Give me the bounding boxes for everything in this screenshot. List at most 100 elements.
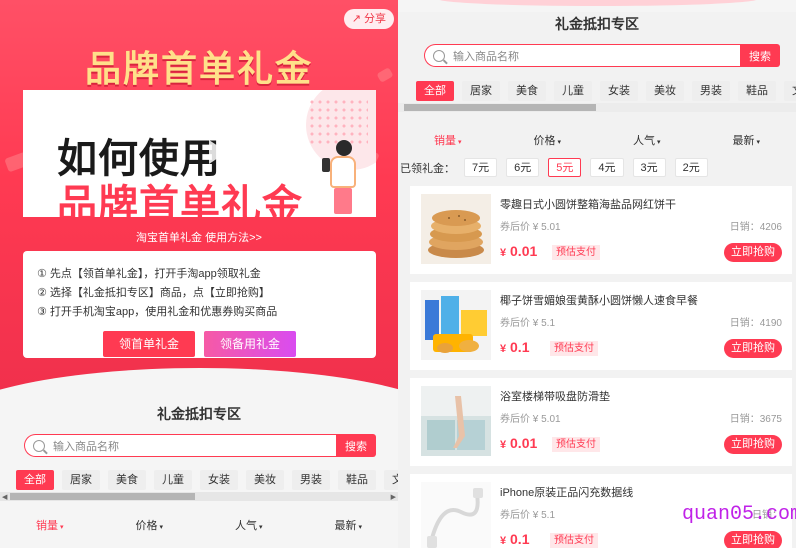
buy-now-button[interactable]: 立即抢购 <box>724 531 782 548</box>
sort-caret-icon: ▾ <box>59 524 64 531</box>
category-home[interactable]: 居家 <box>62 470 100 490</box>
final-price: ¥ 0.1 <box>500 339 530 355</box>
category-tabs: 全部 居家 美食 儿童 女装 美妆 男装 鞋品 文体 <box>416 81 796 101</box>
category-kids[interactable]: 儿童 <box>554 81 592 101</box>
scroll-left-icon[interactable]: ◀ <box>2 493 7 501</box>
category-men[interactable]: 男装 <box>292 470 330 490</box>
coupon-5[interactable]: 5元 <box>548 158 582 177</box>
product-image[interactable] <box>421 482 491 548</box>
play-icon[interactable] <box>209 140 227 164</box>
category-women[interactable]: 女装 <box>600 81 638 101</box>
buy-now-button[interactable]: 立即抢购 <box>724 243 782 262</box>
coupon-2[interactable]: 2元 <box>674 158 708 177</box>
sort-sales[interactable]: 销量 ▾ <box>36 517 64 533</box>
right-panel: 礼金抵扣专区 输入商品名称 搜索 全部 居家 美食 儿童 女装 美妆 男装 鞋品… <box>398 0 796 548</box>
category-all[interactable]: 全部 <box>16 470 54 490</box>
sort-price[interactable]: 价格 ▾ <box>533 132 561 148</box>
product-name[interactable]: 零趣日式小圆饼整箱海盐品网红饼干 <box>500 196 676 212</box>
search-bar: 输入商品名称 搜索 <box>424 44 780 67</box>
coupon-3[interactable]: 3元 <box>632 158 666 177</box>
category-scrollbar[interactable]: ◀ ▶ <box>0 492 398 501</box>
estimate-tag: 预估支付 <box>550 533 598 548</box>
coupon-7[interactable]: 7元 <box>464 158 498 177</box>
category-beauty[interactable]: 美妆 <box>246 470 284 490</box>
video-banner[interactable]: 如何使用 品牌首单礼金 <box>23 90 376 217</box>
coupon-6[interactable]: 6元 <box>506 158 540 177</box>
sort-bar: 销量 ▾ 价格 ▾ 人气 ▾ 最新 ▾ <box>0 517 398 533</box>
sort-popularity[interactable]: 人气 ▾ <box>235 517 263 533</box>
category-all[interactable]: 全部 <box>416 81 454 101</box>
sort-latest[interactable]: 最新 ▾ <box>732 132 760 148</box>
search-icon <box>33 439 45 452</box>
product-name[interactable]: 浴室楼梯带吸盘防滑垫 <box>500 388 610 404</box>
final-price: ¥ 0.01 <box>500 435 538 451</box>
right-zone: 礼金抵扣专区 输入商品名称 搜索 全部 居家 美食 儿童 女装 美妆 男装 鞋品… <box>398 0 796 148</box>
left-zone: 礼金抵扣专区 输入商品名称 搜索 全部 居家 美食 儿童 女装 美妆 男装 鞋品… <box>0 402 398 533</box>
sort-price[interactable]: 价格 ▾ <box>135 517 163 533</box>
buy-now-button[interactable]: 立即抢购 <box>724 435 782 454</box>
zone-title: 礼金抵扣专区 <box>157 406 241 422</box>
share-button[interactable]: ↗ 分享 <box>343 9 394 29</box>
person-illustration <box>322 140 362 215</box>
category-food[interactable]: 美食 <box>108 470 146 490</box>
product-card[interactable]: 椰子饼雪媚娘蛋黄酥小圆饼懒人速食早餐 券后价 ¥ 5.1 日销：4190 ¥ 0… <box>410 282 792 370</box>
steps-buttons: 领首单礼金 领备用礼金 <box>103 331 296 357</box>
share-icon: ↗ <box>351 13 361 25</box>
category-shoes[interactable]: 鞋品 <box>338 470 376 490</box>
product-image[interactable] <box>421 290 491 360</box>
share-label: 分享 <box>364 13 386 25</box>
howto-link[interactable]: 淘宝首单礼金 使用方法>> <box>0 229 398 245</box>
estimate-tag: 预估支付 <box>552 245 600 260</box>
sort-sales[interactable]: 销量 ▾ <box>434 132 462 148</box>
step-1: ① 先点【领首单礼金】，打开手淘app领取礼金 <box>37 268 261 280</box>
category-scrollbar[interactable] <box>398 103 796 112</box>
search-button[interactable]: 搜索 <box>740 44 780 67</box>
estimate-tag: 预估支付 <box>550 341 598 356</box>
product-card[interactable]: 零趣日式小圆饼整箱海盐品网红饼干 券后价 ¥ 5.01 日销：4206 ¥ 0.… <box>410 186 792 274</box>
steps-card: ① 先点【领首单礼金】，打开手淘app领取礼金 ② 选择【礼金抵扣专区】商品，点… <box>23 251 376 358</box>
category-kids[interactable]: 儿童 <box>154 470 192 490</box>
claim-gift-button[interactable]: 领首单礼金 <box>103 331 195 357</box>
sort-caret-icon: ▾ <box>756 139 760 146</box>
after-coupon-price: 券后价 ¥ 5.1 <box>500 510 556 521</box>
search-placeholder: 输入商品名称 <box>453 50 519 63</box>
category-sports[interactable]: 文体 <box>784 81 796 101</box>
screenshot: ↗ 分享 品牌首单礼金 如何使用 品牌首单礼金 淘宝首单礼金 使用方法>> ① 先… <box>0 0 796 548</box>
daily-sales: 日销：3675 <box>729 414 782 425</box>
product-image[interactable] <box>421 386 491 456</box>
product-image[interactable] <box>421 194 491 264</box>
product-name[interactable]: 椰子饼雪媚娘蛋黄酥小圆饼懒人速食早餐 <box>500 292 698 308</box>
category-men[interactable]: 男装 <box>692 81 730 101</box>
daily-sales: 日销：4206 <box>729 222 782 233</box>
after-coupon-price: 券后价 ¥ 5.01 <box>500 222 561 233</box>
category-beauty[interactable]: 美妆 <box>646 81 684 101</box>
watermark: quan05.com <box>682 503 796 526</box>
sort-caret-icon: ▾ <box>656 139 661 146</box>
search-button[interactable]: 搜索 <box>336 434 376 457</box>
coupon-bar: 已领礼金： 7元 6元 5元 4元 3元 2元 <box>398 158 796 177</box>
category-food[interactable]: 美食 <box>508 81 546 101</box>
scroll-thumb[interactable] <box>10 493 195 500</box>
search-placeholder: 输入商品名称 <box>53 440 119 453</box>
coupon-4[interactable]: 4元 <box>590 158 624 177</box>
category-shoes[interactable]: 鞋品 <box>738 81 776 101</box>
estimate-tag: 预估支付 <box>552 437 600 452</box>
category-home[interactable]: 居家 <box>462 81 500 101</box>
after-coupon-price: 券后价 ¥ 5.01 <box>500 414 561 425</box>
category-women[interactable]: 女装 <box>200 470 238 490</box>
search-input[interactable]: 输入商品名称 <box>424 44 740 67</box>
step-3: ③ 打开手机淘宝app，使用礼金和优惠券购买商品 <box>37 306 278 318</box>
sort-latest[interactable]: 最新 ▾ <box>334 517 362 533</box>
product-name[interactable]: iPhone原装正品闪充数据线 <box>500 484 633 500</box>
sort-popularity[interactable]: 人气 ▾ <box>633 132 661 148</box>
buy-now-button[interactable]: 立即抢购 <box>724 339 782 358</box>
hero-title: 品牌首单礼金 <box>84 48 313 89</box>
product-card[interactable]: 浴室楼梯带吸盘防滑垫 券后价 ¥ 5.01 日销：3675 ¥ 0.01 预估支… <box>410 378 792 466</box>
sort-caret-icon: ▾ <box>159 524 163 531</box>
search-input[interactable]: 输入商品名称 <box>24 434 336 457</box>
backup-gift-button[interactable]: 领备用礼金 <box>204 331 296 357</box>
final-price: ¥ 0.01 <box>500 243 538 259</box>
category-sports[interactable]: 文体 <box>384 470 398 490</box>
scroll-right-icon[interactable]: ▶ <box>391 493 396 501</box>
scroll-thumb[interactable] <box>404 104 596 111</box>
